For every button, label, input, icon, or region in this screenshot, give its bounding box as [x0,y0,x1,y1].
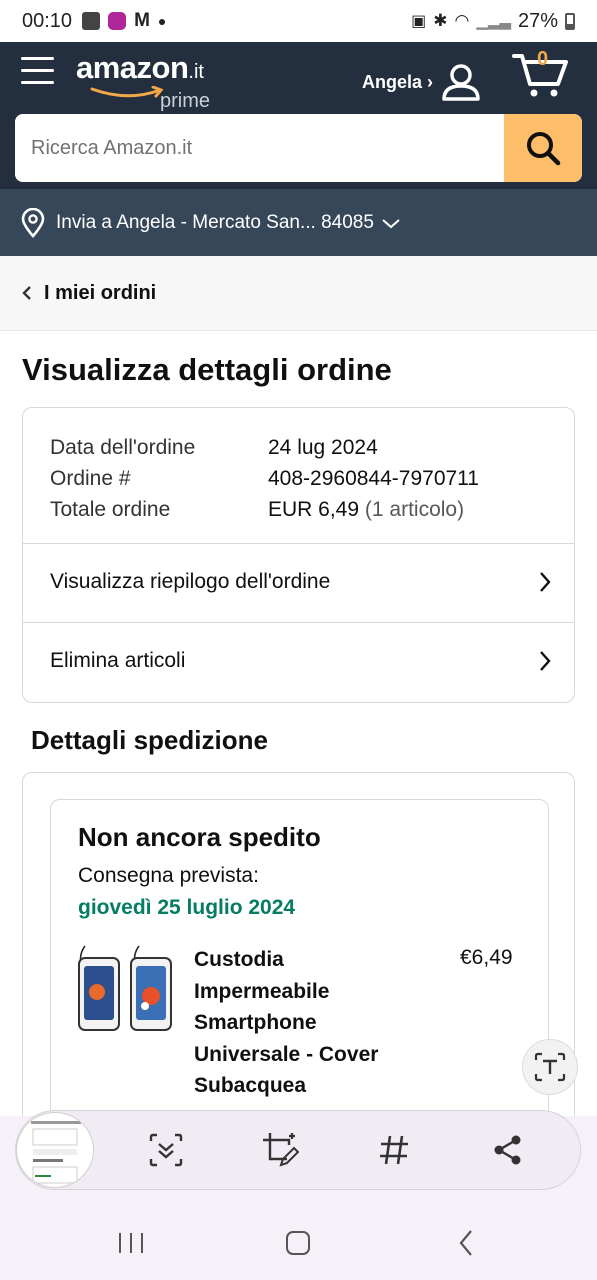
clock: 00:10 [22,9,73,32]
product-image[interactable] [75,944,175,1034]
back-label: I miei ordini [44,281,157,304]
order-number-value: 408-2960844-7970711 [268,467,479,490]
expected-delivery-date: giovedì 25 luglio 2024 [78,896,296,919]
search-input[interactable] [15,114,495,182]
nfc-icon: ▣ [411,13,427,30]
battery-level: 27% [517,9,558,32]
product-name-link[interactable]: Custodia Impermeabile Smartphone Univers… [194,944,414,1102]
hashtag-icon [380,1135,408,1165]
cart-button[interactable]: 0 [512,48,570,98]
search-button[interactable] [504,114,582,182]
location-pin-icon [21,207,45,238]
search-bar [15,114,582,182]
order-details: Data dell'ordine 24 lug 2024 Ordine # 408-… [50,432,479,525]
order-date-label: Data dell'ordine [50,436,196,459]
shipment-section-title: Dettagli spedizione [31,725,268,755]
share-icon [494,1135,521,1165]
amazon-prime-logo[interactable]: amazon.it prime [76,50,210,112]
order-total-label: Totale ordine [50,498,171,521]
page-title: Visualizza dettagli ordine [22,352,392,387]
delivery-location-bar[interactable]: Invia a Angela - Mercato San... 84085 [0,189,597,256]
logo-prime: prime [160,90,211,112]
recents-button[interactable] [111,1220,151,1266]
chevron-left-icon [22,286,31,300]
account-icon [442,64,480,101]
battery-icon [565,12,575,30]
order-date-value: 24 lug 2024 [268,436,378,459]
gallery-notification-icon [82,12,101,30]
recents-icon [119,1233,143,1253]
logo-tld: .it [188,61,204,83]
crop-edit-button[interactable] [260,1130,300,1170]
amazon-header: amazon.it prime Angela › 0 [0,42,597,189]
crop-edit-icon [263,1133,299,1167]
expected-delivery-label: Consegna prevista: [78,864,259,887]
chevron-right-icon [540,572,551,592]
more-notifications-icon: ● [157,13,167,29]
account-button[interactable]: Angela › [362,62,481,102]
text-recognition-icon [534,1052,566,1082]
back-icon [459,1230,472,1256]
divider [23,543,574,544]
signal-icon: ▁▂▃ [476,13,511,30]
system-icons: ▣ ✱ ◠ ▁▂▃ 27% [411,10,575,33]
hamburger-menu-icon[interactable] [21,57,54,87]
home-button[interactable] [278,1220,318,1266]
order-info-card: Data dell'ordine 24 lug 2024 Ordine # 408-… [22,407,575,703]
delete-items-label: Elimina articoli [50,649,186,672]
preview-thumbnail-icon [31,1121,81,1184]
wifi-icon: ◠ [454,11,470,30]
shipment-box: Non ancora spedito Consegna prevista: gi… [50,799,549,1159]
order-summary-label: Visualizza riepilogo dell'ordine [50,570,331,593]
back-to-orders-link[interactable]: I miei ordini [0,256,597,331]
app-notification-icon [108,12,127,30]
order-item-count: (1 articolo) [364,498,465,521]
order-summary-link[interactable]: Visualizza riepilogo dell'ordine [50,567,551,597]
product-price: €6,49 [460,946,513,969]
cart-count: 0 [537,48,549,70]
gmail-notification-icon: M [134,10,150,31]
delivery-label: Invia a Angela - Mercato San... 84085 [56,211,374,233]
back-button[interactable] [446,1220,486,1266]
account-label: Angela › [362,71,434,92]
smile-arrow-icon [90,86,164,98]
delete-items-link[interactable]: Elimina articoli [50,646,551,676]
scroll-capture-icon [149,1133,183,1167]
status-bar: 00:10 M ● ▣ ✱ ◠ ▁▂▃ 27% [0,0,597,42]
system-navigation-bar [0,1220,597,1266]
shipment-status: Non ancora spedito [78,822,321,852]
scroll-capture-button[interactable] [146,1130,186,1170]
hashtag-button[interactable] [374,1130,414,1170]
divider [23,622,574,623]
search-icon [527,132,561,166]
chevron-down-icon [382,218,400,228]
screenshot-preview[interactable] [16,1112,94,1188]
bluetooth-icon: ✱ [433,11,448,30]
notification-icons: M ● [82,10,166,32]
order-total-value: EUR 6,49 [268,498,360,521]
share-button[interactable] [488,1130,528,1170]
logo-word: amazon [76,50,189,85]
home-icon [286,1231,310,1255]
extract-text-button[interactable] [522,1039,578,1095]
chevron-right-icon [540,651,551,671]
order-number-label: Ordine # [50,467,131,490]
